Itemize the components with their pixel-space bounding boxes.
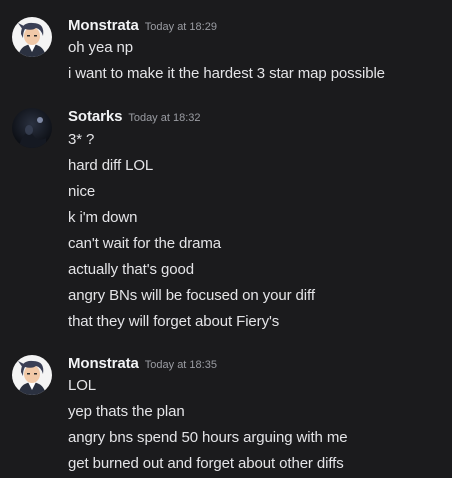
message-text: that they will forget about Fiery's [68, 313, 280, 330]
message-header: Monstrata Today at 18:35 [68, 355, 217, 375]
username[interactable]: Sotarks [68, 108, 122, 125]
message-text: nice [68, 183, 96, 200]
message-text: actually that's good [68, 261, 194, 278]
message-text: hard diff LOL [68, 157, 154, 174]
message-header: Monstrata Today at 18:29 [68, 17, 217, 37]
message-text: angry bns spend 50 hours arguing with me [68, 429, 348, 446]
chat-message-list: Monstrata Today at 18:29 oh yea np i want… [0, 0, 452, 478]
message-text: can't wait for the drama [68, 235, 222, 252]
avatar[interactable] [12, 17, 52, 57]
avatar[interactable] [12, 355, 52, 395]
message-text: oh yea np [68, 39, 133, 56]
message-text: 3* ? [68, 131, 95, 148]
anime-character-avatar-icon [12, 17, 52, 57]
timestamp[interactable]: Today at 18:29 [145, 21, 217, 33]
username[interactable]: Monstrata [68, 17, 139, 34]
message-text: get burned out and forget about other di… [68, 455, 344, 472]
message-text: yep thats the plan [68, 403, 185, 420]
avatar[interactable] [12, 108, 52, 148]
message-text: LOL [68, 377, 97, 394]
username[interactable]: Monstrata [68, 355, 139, 372]
message-header: Sotarks Today at 18:32 [68, 108, 201, 128]
anime-character-avatar-icon [12, 355, 52, 395]
message-text: i want to make it the hardest 3 star map… [68, 65, 385, 82]
timestamp[interactable]: Today at 18:35 [145, 359, 217, 371]
timestamp[interactable]: Today at 18:32 [128, 112, 200, 124]
dark-night-photo-avatar-icon [12, 108, 52, 148]
message-text: angry BNs will be focused on your diff [68, 287, 315, 304]
message-text: k i'm down [68, 209, 138, 226]
